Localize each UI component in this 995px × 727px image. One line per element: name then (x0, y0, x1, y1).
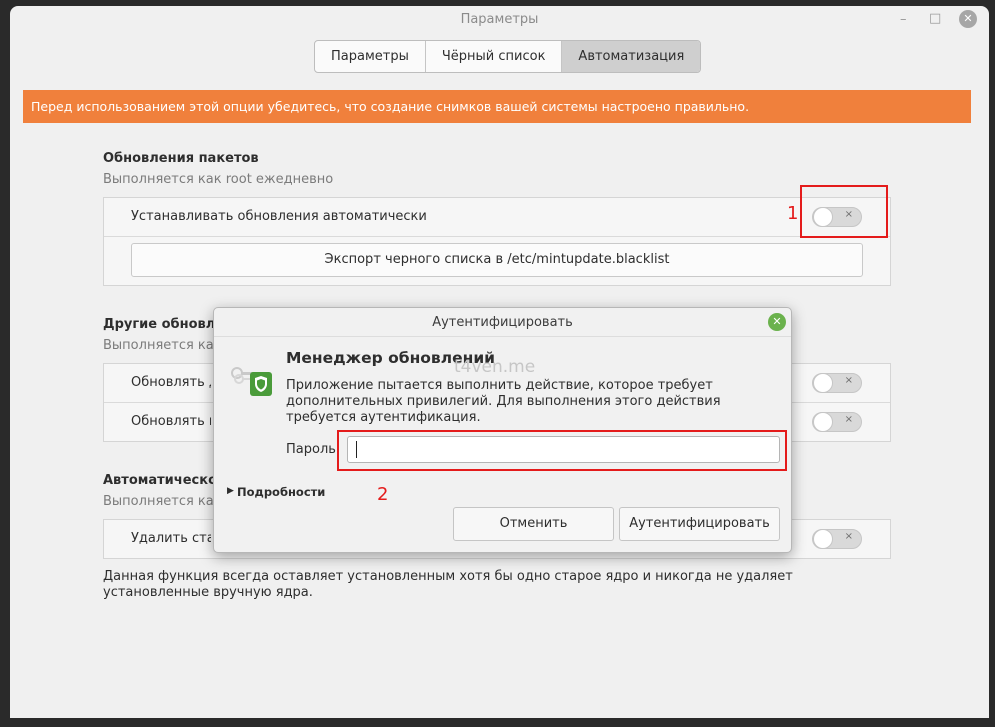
drivers-toggle[interactable]: × (812, 373, 862, 393)
expander-arrow-icon[interactable]: ▶ (227, 486, 234, 496)
password-label: Пароль: (286, 442, 341, 457)
export-blacklist-button[interactable]: Экспорт черного списка в /etc/mintupdate… (131, 243, 863, 277)
maximize-icon[interactable]: □ (929, 10, 941, 28)
cancel-button[interactable]: Отменить (453, 507, 614, 541)
tab-blacklist[interactable]: Чёрный список (426, 41, 563, 72)
tab-bar: Параметры Чёрный список Автоматизация (314, 40, 702, 73)
packages-update-label: Обновлять пакеты (131, 414, 211, 429)
auto-update-row: Устанавливать обновления автоматически × (104, 198, 890, 237)
annotation-number-2: 2 (377, 484, 389, 505)
dialog-close-icon[interactable]: ✕ (768, 313, 786, 331)
auto-update-label: Устанавливать обновления автоматически (131, 209, 427, 224)
dialog-title: Аутентифицировать (432, 315, 573, 330)
keys-shield-icon (231, 367, 272, 396)
close-icon[interactable]: ✕ (959, 10, 977, 28)
annotation-box-2 (337, 430, 787, 471)
other-section-title: Другие обновления (103, 317, 223, 332)
toggle-knob (813, 529, 833, 549)
remove-kernels-label: Удалить старые ядра (131, 531, 211, 546)
tab-parameters[interactable]: Параметры (315, 41, 426, 72)
packages-section-subtitle: Выполняется как root ежедневно (103, 172, 334, 187)
packages-panel: Устанавливать обновления автоматически ×… (103, 197, 891, 286)
tab-automation[interactable]: Автоматизация (562, 41, 701, 72)
toggle-knob (813, 373, 833, 393)
details-expander[interactable]: Подробности (237, 485, 325, 499)
toggle-knob (813, 412, 833, 432)
dialog-titlebar[interactable]: Аутентифицировать ✕ (214, 308, 791, 337)
toggle-off-icon: × (844, 531, 853, 542)
watermark-text: t4ven.me (454, 357, 536, 377)
remove-kernels-toggle[interactable]: × (812, 529, 862, 549)
snapshot-warning-banner: Перед использованием этой опции убедитес… (23, 90, 971, 123)
packages-section-title: Обновления пакетов (103, 151, 259, 166)
authenticate-button[interactable]: Аутентифицировать (619, 507, 780, 541)
autoremove-section-title: Автоматическое удаление (103, 473, 223, 488)
window-titlebar[interactable]: Параметры – □ ✕ (10, 6, 989, 36)
kernel-note: Данная функция всегда оставляет установл… (103, 569, 793, 600)
annotation-box-1 (800, 185, 888, 238)
toggle-off-icon: × (844, 375, 853, 386)
auth-dialog: Аутентифицировать ✕ Менеджер обновлений … (213, 307, 792, 553)
dialog-message: Приложение пытается выполнить действие, … (286, 378, 721, 425)
autoremove-section-subtitle: Выполняется как root (103, 494, 223, 509)
window-title: Параметры (460, 12, 539, 27)
packages-update-toggle[interactable]: × (812, 412, 862, 432)
minimize-icon[interactable]: – (900, 11, 907, 29)
export-row: Экспорт черного списка в /etc/mintupdate… (104, 237, 890, 285)
other-section-subtitle: Выполняется как root при загрузке (103, 338, 223, 353)
toggle-off-icon: × (844, 414, 853, 425)
drivers-label: Обновлять драйверы (131, 375, 211, 390)
annotation-number-1: 1 (787, 203, 799, 224)
